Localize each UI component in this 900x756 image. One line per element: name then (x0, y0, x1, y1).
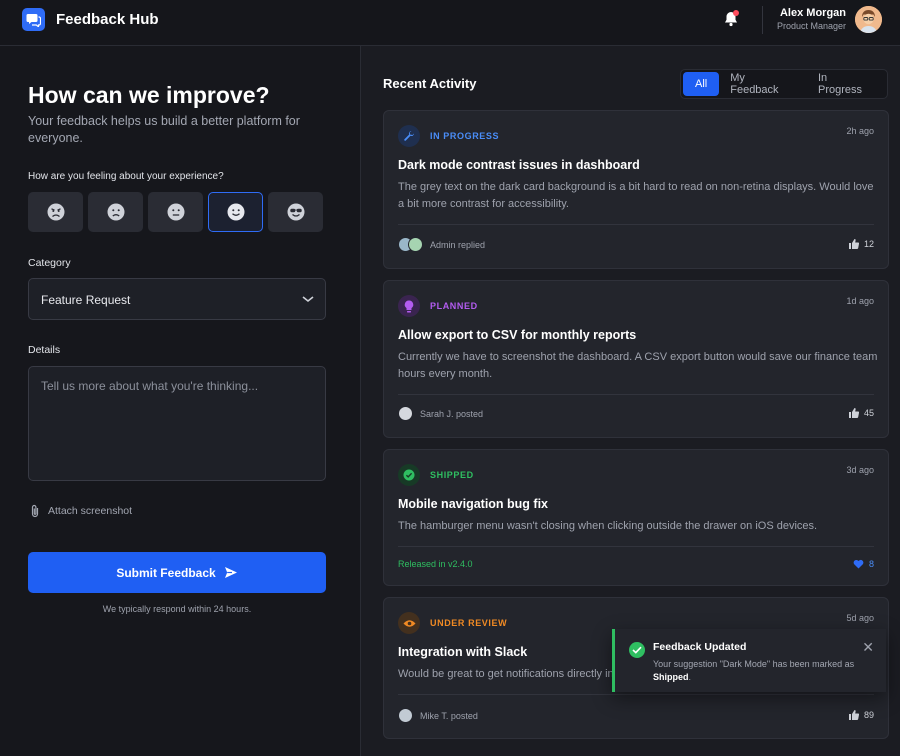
like-count: 45 (863, 408, 874, 418)
thumbs-up-icon[interactable] (848, 710, 859, 720)
smile-face-icon (227, 203, 244, 221)
mood-selector (28, 192, 323, 232)
activity-card[interactable]: SHIPPED 3d ago Mobile navigation bug fix… (383, 449, 889, 586)
toast-message: Your suggestion "Dark Mode" has been mar… (653, 659, 855, 682)
card-time: 5d ago (846, 613, 874, 623)
activity-card[interactable]: IN PROGRESS 2h ago Dark mode contrast is… (383, 110, 889, 269)
thumbs-up-icon[interactable] (848, 239, 859, 249)
sad-face-icon (107, 203, 124, 221)
feedback-form-panel: How can we improve? Your feedback helps … (0, 46, 361, 756)
tab-in-progress[interactable]: In Progress (807, 72, 885, 96)
status-label: IN PROGRESS (430, 131, 500, 141)
user-name: Alex Morgan (779, 7, 846, 19)
notification-dot (733, 10, 739, 16)
user-role: Product Manager (776, 21, 846, 31)
like-count: 8 (868, 559, 874, 569)
page-subtitle: Your feedback helps us build a better pl… (28, 114, 300, 145)
top-header: Feedback Hub Alex Morgan Product Manager (0, 0, 900, 46)
recent-activity-title: Recent Activity (383, 76, 477, 91)
neutral-face-icon (167, 203, 184, 221)
card-time: 3d ago (846, 465, 874, 475)
attach-screenshot-link[interactable]: Attach screenshot (30, 504, 132, 518)
card-footer-text: Admin replied (430, 239, 486, 250)
details-label: Details (28, 344, 61, 356)
release-version: Released in v2.4.0 (398, 559, 473, 569)
chevron-down-icon (302, 296, 314, 303)
user-avatar[interactable] (855, 6, 882, 33)
thumbs-up-icon[interactable] (848, 408, 859, 418)
card-divider (398, 394, 874, 395)
chat-logo-icon[interactable] (22, 8, 45, 31)
wrench-icon (398, 125, 420, 147)
response-time-note: We typically respond within 24 hours. (102, 604, 252, 614)
card-time: 1d ago (846, 296, 874, 306)
card-title: Mobile navigation bug fix (398, 497, 548, 511)
avatar (398, 406, 413, 421)
status-label: UNDER REVIEW (430, 618, 508, 628)
card-body: Currently we have to screenshot the dash… (398, 351, 878, 380)
card-title: Integration with Slack (398, 645, 528, 659)
page-title: How can we improve? (28, 82, 270, 108)
mood-dissatisfied-button[interactable] (88, 192, 143, 232)
lightbulb-icon (398, 295, 420, 317)
sunglasses-face-icon (287, 203, 304, 221)
tab-all[interactable]: All (683, 72, 720, 96)
card-divider (398, 694, 874, 695)
category-value: Feature Request (41, 293, 131, 307)
check-circle-icon (629, 642, 645, 658)
toast-notification: Feedback Updated Your suggestion "Dark M… (612, 629, 886, 692)
card-footer-text: Mike T. posted (420, 710, 478, 721)
status-label: PLANNED (430, 301, 478, 311)
card-divider (398, 546, 874, 547)
submit-feedback-button[interactable]: Submit Feedback (28, 552, 326, 593)
check-circle-icon (398, 464, 420, 486)
status-label: SHIPPED (430, 470, 474, 480)
category-select[interactable]: Feature Request (28, 278, 326, 320)
avatar (398, 708, 413, 723)
app-title: Feedback Hub (56, 11, 159, 28)
card-body: The grey text on the dark card backgroun… (398, 181, 874, 210)
card-footer-text: Sarah J. posted (420, 408, 484, 419)
header-divider (762, 6, 763, 34)
activity-tabs: All My Feedback In Progress (680, 69, 888, 99)
card-divider (398, 224, 874, 225)
card-title: Dark mode contrast issues in dashboard (398, 158, 640, 172)
eye-icon (398, 612, 420, 634)
card-time: 2h ago (846, 126, 874, 136)
paperclip-icon (31, 504, 39, 518)
feeling-label: How are you feeling about your experienc… (28, 171, 224, 182)
like-count: 89 (863, 710, 874, 720)
details-textarea[interactable] (28, 366, 326, 481)
mood-neutral-button[interactable] (148, 192, 203, 232)
activity-card[interactable]: PLANNED 1d ago Allow export to CSV for m… (383, 280, 889, 438)
tab-my-feedback[interactable]: My Feedback (719, 72, 807, 96)
card-title: Allow export to CSV for monthly reports (398, 328, 637, 342)
mood-very-dissatisfied-button[interactable] (28, 192, 83, 232)
close-icon[interactable]: ✕ (862, 639, 874, 656)
submit-label: Submit Feedback (116, 565, 216, 580)
toast-status: Shipped (653, 671, 689, 682)
heart-icon[interactable] (853, 559, 864, 569)
send-icon (224, 567, 237, 578)
card-body: The hamburger menu wasn't closing when c… (398, 520, 818, 532)
mood-delighted-button[interactable] (268, 192, 323, 232)
like-count: 12 (863, 239, 874, 249)
toast-title: Feedback Updated (653, 641, 747, 653)
category-label: Category (28, 257, 71, 269)
angry-face-icon (47, 203, 64, 221)
attach-label: Attach screenshot (48, 505, 133, 517)
mood-satisfied-button[interactable] (208, 192, 263, 232)
avatar (408, 237, 423, 252)
